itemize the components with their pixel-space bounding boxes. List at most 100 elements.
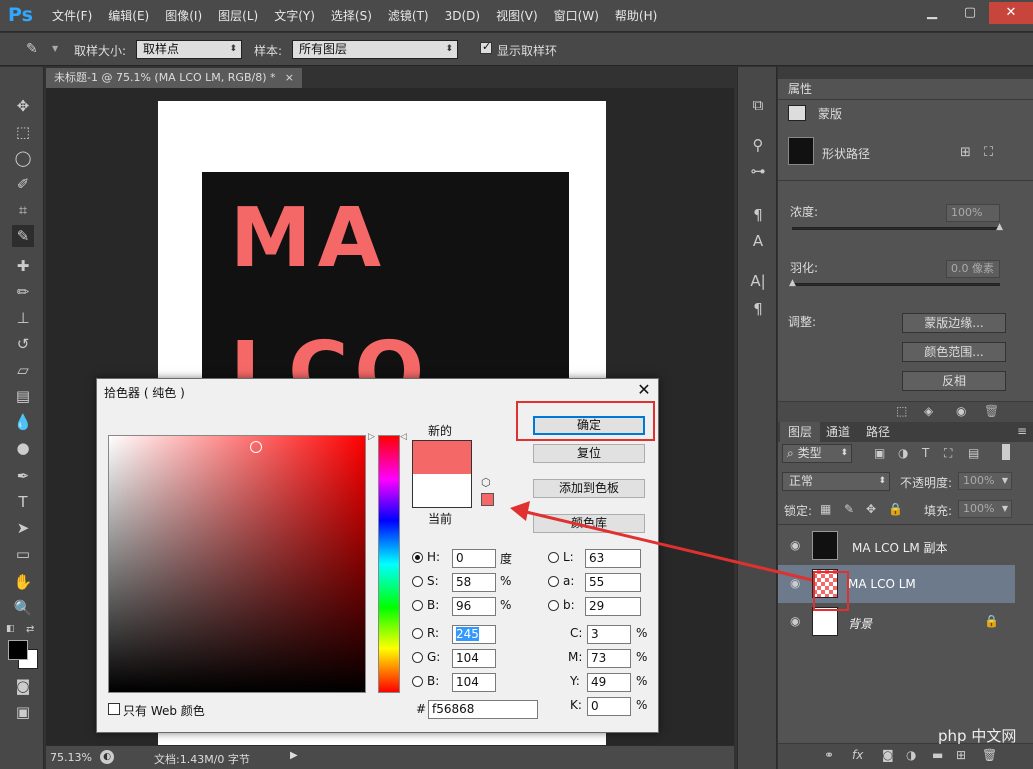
show-ring-checkbox[interactable]: ✓ — [480, 40, 492, 54]
y-input[interactable]: 49 — [587, 673, 631, 692]
apply-mask-footer-icon[interactable]: ◈ — [924, 404, 933, 418]
close-tab-icon[interactable]: × — [285, 68, 294, 88]
character-styles-icon[interactable]: ¶ — [748, 205, 768, 225]
s-input[interactable]: 58 — [452, 573, 496, 592]
chevron-down-icon[interactable]: ▼ — [1002, 473, 1008, 489]
slider-thumb-icon[interactable]: ▲ — [996, 222, 1003, 232]
menu-image[interactable]: 图像(I) — [157, 0, 210, 32]
g-input[interactable]: 104 — [452, 649, 496, 668]
sample-select[interactable]: 所有图层 ⬍ — [292, 40, 458, 59]
add-mask-icon[interactable]: ⊞ — [960, 145, 971, 160]
screen-mode-icon[interactable]: ▣ — [12, 701, 34, 723]
shape-tool-icon[interactable]: ▭ — [12, 543, 34, 565]
g-radio[interactable] — [412, 652, 423, 663]
stamp-tool-icon[interactable]: ⊥ — [12, 307, 34, 329]
load-selection-icon[interactable]: ⬚ — [896, 404, 907, 418]
menu-3d[interactable]: 3D(D) — [437, 0, 488, 32]
character-icon[interactable]: A| — [748, 271, 768, 291]
minimize-button[interactable]: ▁ — [913, 2, 951, 24]
maximize-button[interactable]: ▢ — [951, 2, 989, 24]
menu-select[interactable]: 选择(S) — [323, 0, 380, 32]
density-input[interactable]: 100% — [946, 204, 1000, 222]
move-tool-icon[interactable]: ✥ — [12, 95, 34, 117]
layer-name[interactable]: MA LCO LM — [848, 577, 916, 591]
gamut-cube-icon[interactable]: ⬡ — [481, 476, 491, 489]
menu-edit[interactable]: 编辑(E) — [100, 0, 157, 32]
color-field[interactable] — [108, 435, 366, 693]
fill-input[interactable]: 100% ▼ — [958, 500, 1012, 518]
mask-edge-button[interactable]: 蒙版边缘... — [902, 313, 1006, 333]
layer-filter-select[interactable]: ⌕ 类型 ⬍ — [782, 444, 852, 463]
lock-image-icon[interactable]: ✎ — [844, 502, 854, 516]
brush-tool-icon[interactable]: ✏ — [12, 281, 34, 303]
delete-mask-icon[interactable]: 🗑 — [984, 404, 999, 418]
history-icon[interactable]: ⧉ — [748, 95, 768, 115]
h-radio[interactable] — [412, 552, 423, 563]
hue-arrow-left-icon[interactable]: ▷ — [368, 432, 375, 442]
eye-icon[interactable]: ◉ — [790, 614, 800, 628]
paragraph-icon[interactable]: ¶ — [748, 299, 768, 319]
k-input[interactable]: 0 — [587, 697, 631, 716]
blur-tool-icon[interactable]: 💧 — [12, 411, 34, 433]
zoom-tool-icon[interactable]: 🔍 — [12, 597, 34, 619]
panel-menu-icon[interactable]: ≡ — [1017, 424, 1027, 438]
m-input[interactable]: 73 — [587, 649, 631, 668]
hex-input[interactable]: f56868 — [428, 700, 538, 719]
default-colors-icon[interactable]: ◧ — [6, 624, 15, 634]
marquee-tool-icon[interactable]: ⬚ — [12, 121, 34, 143]
tab-layers[interactable]: 图层 — [780, 422, 821, 442]
menu-file[interactable]: 文件(F) — [44, 0, 100, 32]
filter-smart-icon[interactable]: ▤ — [968, 446, 979, 460]
reset-button[interactable]: 复位 — [533, 444, 645, 463]
dodge-tool-icon[interactable]: ● — [12, 437, 34, 459]
menu-help[interactable]: 帮助(H) — [607, 0, 665, 32]
tab-channels[interactable]: 通道 — [818, 422, 858, 442]
eraser-tool-icon[interactable]: ▱ — [12, 359, 34, 381]
sample-size-select[interactable]: 取样点 ⬍ — [136, 40, 242, 59]
close-window-button[interactable]: ✕ — [989, 2, 1033, 24]
expand-arrow-icon[interactable]: ▶ — [290, 750, 298, 761]
foreground-color-swatch[interactable] — [8, 640, 28, 660]
layer-style-icon[interactable]: fx — [852, 748, 863, 762]
density-slider[interactable]: ▲ — [792, 222, 1003, 232]
lock-position-icon[interactable]: ✥ — [866, 502, 876, 516]
feather-input[interactable]: 0.0 像素 — [946, 260, 1000, 278]
chevron-down-icon[interactable]: ▼ — [1002, 501, 1008, 517]
lock-all-icon[interactable]: 🔒 — [888, 502, 903, 516]
info-icon[interactable]: ◐ — [100, 750, 114, 764]
b-lab-radio[interactable] — [548, 600, 559, 611]
blue-radio[interactable] — [412, 676, 423, 687]
invert-button[interactable]: 反相 — [902, 371, 1006, 391]
r-radio[interactable] — [412, 628, 423, 639]
history-brush-tool-icon[interactable]: ↺ — [12, 333, 34, 355]
color-field-cursor[interactable] — [250, 441, 262, 453]
gamut-color-chip[interactable] — [481, 493, 494, 506]
r-input[interactable]: 245 — [452, 625, 496, 644]
eyedropper-tool-icon[interactable]: ✎ — [12, 225, 34, 247]
tab-properties[interactable]: 属性 — [780, 79, 821, 99]
hue-slider[interactable] — [378, 435, 400, 693]
s-radio[interactable] — [412, 576, 423, 587]
hue-arrow-right-icon[interactable]: ◁ — [400, 432, 407, 442]
color-range-button[interactable]: 颜色范围... — [902, 342, 1006, 362]
c-input[interactable]: 3 — [587, 625, 631, 644]
menu-window[interactable]: 窗口(W) — [546, 0, 607, 32]
eyedropper-icon[interactable]: ✎ — [26, 41, 38, 57]
b-lab-input[interactable]: 29 — [585, 597, 641, 616]
new-layer-icon[interactable]: ⊞ — [956, 748, 966, 762]
menu-view[interactable]: 视图(V) — [488, 0, 546, 32]
path-select-tool-icon[interactable]: ➤ — [12, 517, 34, 539]
delete-layer-icon[interactable]: 🗑 — [982, 748, 997, 762]
filter-type-icon[interactable]: T — [922, 446, 929, 460]
lasso-tool-icon[interactable]: ◯ — [12, 147, 34, 169]
lock-transparent-icon[interactable]: ▦ — [820, 502, 831, 516]
paragraph-styles-icon[interactable]: A — [748, 231, 768, 251]
filter-toggle[interactable] — [1002, 444, 1010, 460]
brush-presets-icon[interactable]: ⚲ — [748, 135, 768, 155]
dialog-close-icon[interactable]: ✕ — [635, 380, 653, 399]
menu-layer[interactable]: 图层(L) — [210, 0, 266, 32]
pen-tool-icon[interactable]: ✒ — [12, 465, 34, 487]
brightness-radio[interactable] — [412, 600, 423, 611]
type-tool-icon[interactable]: T — [12, 491, 34, 513]
link-layers-icon[interactable]: ⚭ — [824, 748, 834, 762]
